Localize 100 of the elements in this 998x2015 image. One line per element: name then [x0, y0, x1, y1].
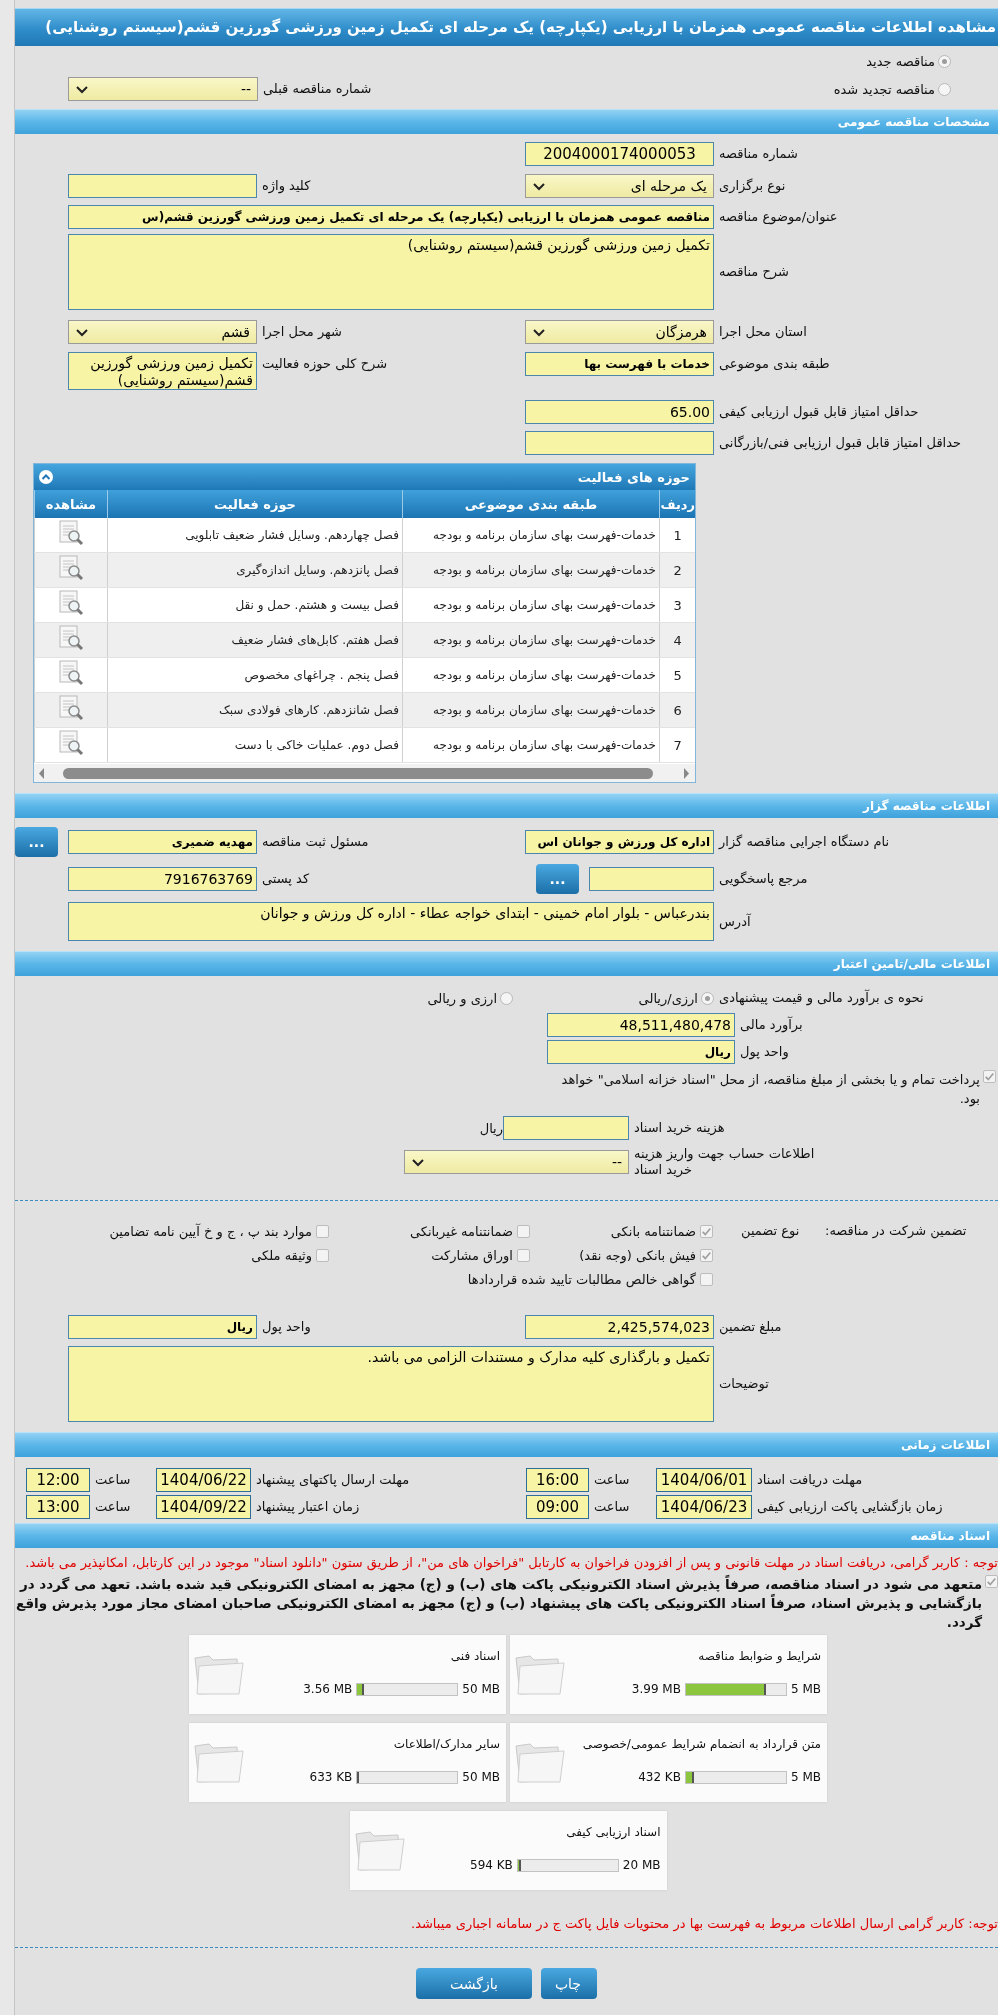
view-document-icon[interactable]: [58, 660, 84, 686]
field-label: واحد پول: [261, 1318, 311, 1337]
select-field[interactable]: --: [404, 1150, 629, 1174]
field-label: مسئول ثبت مناقصه: [261, 833, 369, 852]
select-field[interactable]: هرمزگان: [525, 320, 714, 344]
field-label: استان محل اجرا: [718, 323, 807, 342]
checkbox[interactable]: [700, 1248, 713, 1262]
table-cell: خدمات-فهرست بهای سازمان برنامه و بودجه: [402, 587, 660, 623]
field-label: حداقل امتیاز قابل قبول ارزیابی فنی/بازرگانی: [718, 434, 962, 453]
checkbox[interactable]: [985, 1575, 998, 1588]
view-document-icon[interactable]: [58, 625, 84, 651]
checkbox[interactable]: [983, 1070, 996, 1083]
checkbox[interactable]: [316, 1224, 329, 1238]
text-area[interactable]: بندرعباس - بلوار امام خمینی - ابتدای خواجه عطاء - اداره کل ورزش و جوانان: [68, 902, 714, 941]
file-title: متن قرارداد به انضمام شرایط عمومی/خصوصی: [582, 1737, 821, 1751]
field-label: مبلغ تضمین: [718, 1318, 782, 1337]
browse-button[interactable]: ...: [536, 864, 579, 894]
field-label: عنوان/موضوع مناقصه: [718, 208, 838, 227]
input-field[interactable]: 12:00: [26, 1468, 90, 1492]
input-field[interactable]: 1404/09/22: [156, 1495, 251, 1519]
option-label: مناقصه جدید: [866, 53, 935, 69]
browse-button[interactable]: ...: [15, 827, 58, 857]
view-document-icon[interactable]: [58, 590, 84, 616]
text-area[interactable]: تکمیل زمین ورزشی گورزین قشم(سیستم روشنایی): [68, 234, 714, 310]
input-field[interactable]: 2,425,574,023: [525, 1315, 714, 1339]
view-document-icon[interactable]: [58, 730, 84, 756]
field-label: زمان بازگشایی پاکت ارزیابی کیفی: [756, 1498, 944, 1517]
field-label: نوع برگزاری: [718, 177, 786, 196]
select-field[interactable]: قشم: [68, 320, 257, 344]
checkbox[interactable]: [700, 1224, 713, 1238]
table-cell: خدمات-فهرست بهای سازمان برنامه و بودجه: [402, 692, 660, 728]
table-cell: 6: [659, 692, 695, 728]
chevron-icon: [411, 1156, 425, 1168]
input-field[interactable]: 16:00: [526, 1468, 589, 1492]
payment-note: پرداخت تمام و یا بخشی از مبلغ مناقصه، از محل "اسناد خزانه اسلامی" خواهد بود.: [560, 1071, 980, 1108]
input-field[interactable]: 1404/06/01: [656, 1468, 752, 1492]
option-label: اوراق مشارکت: [431, 1247, 513, 1263]
section-header: اطلاعات زمانی: [15, 1432, 998, 1457]
input-field[interactable]: 09:00: [526, 1495, 589, 1519]
collapse-icon[interactable]: [39, 470, 53, 484]
checkbox[interactable]: [517, 1248, 530, 1262]
radio-button[interactable]: [701, 991, 714, 1005]
file-size: 3.99 MB: [631, 1682, 681, 1696]
file-size: 3.56 MB: [303, 1682, 353, 1696]
unit-label: ریال: [478, 1120, 503, 1136]
size-limit: 20 MB: [622, 1858, 661, 1872]
input-field[interactable]: 13:00: [26, 1495, 90, 1519]
input-field[interactable]: [589, 867, 714, 891]
table-cell: خدمات-فهرست بهای سازمان برنامه و بودجه: [402, 518, 660, 553]
option-label: موارد بند پ ، ج و خ آیین نامه تضامین: [109, 1223, 312, 1239]
input-field[interactable]: 48,511,480,478: [547, 1012, 735, 1037]
select-field[interactable]: یک مرحله ای: [525, 174, 714, 198]
table-cell: خدمات-فهرست بهای سازمان برنامه و بودجه: [402, 552, 660, 588]
input-field[interactable]: 65.00: [525, 400, 714, 424]
file-title: شرایط و ضوابط مناقصه: [698, 1649, 821, 1663]
field-label: نوع تضمین: [740, 1222, 801, 1241]
view-document-icon[interactable]: [58, 520, 84, 546]
print-button[interactable]: چاپ: [541, 1968, 597, 1999]
option-label: ضمانتنامه بانکی: [610, 1223, 696, 1239]
field-label: شرح مناقصه: [718, 263, 789, 282]
select-field[interactable]: --: [68, 77, 258, 101]
input-field[interactable]: 7916763769: [68, 867, 257, 891]
field-label: شماره مناقصه: [718, 145, 798, 163]
size-limit: 5 MB: [790, 1682, 821, 1696]
text-area[interactable]: تکمیل زمین ورزشی گورزین قشم(سیستم روشنایی): [68, 352, 257, 390]
field-label: اطلاعات حساب جهت واریز هزینه خرید اسناد: [633, 1146, 816, 1178]
size-limit: 5 MB: [790, 1770, 821, 1784]
view-document-icon[interactable]: [58, 695, 84, 721]
input-field[interactable]: اداره کل ورزش و جوانان اس: [525, 830, 714, 854]
input-field[interactable]: [525, 431, 714, 455]
input-field[interactable]: ریال: [68, 1315, 257, 1339]
file-size: 633 KB: [309, 1770, 353, 1784]
scrollbar[interactable]: [34, 764, 695, 782]
option-label: فیش بانکی (وجه نقد): [579, 1247, 696, 1263]
input-field[interactable]: 1404/06/23: [656, 1495, 752, 1519]
input-field[interactable]: مهدیه ضمیری: [68, 830, 257, 854]
file-size: 594 KB: [470, 1858, 513, 1872]
table-cell: فصل بیست و هشتم. حمل و نقل: [107, 587, 403, 623]
checkbox[interactable]: [517, 1224, 530, 1238]
field-label: طبقه بندی موضوعی: [718, 355, 830, 374]
text-area[interactable]: تکمیل و بارگذاری کلیه مدارک و مستندات الزامی می باشد.: [68, 1346, 714, 1422]
checkbox[interactable]: [700, 1272, 713, 1286]
field-label: کلید واژه: [261, 177, 311, 196]
checkbox[interactable]: [316, 1248, 329, 1262]
input-field[interactable]: [68, 174, 257, 198]
input-field[interactable]: [503, 1116, 629, 1140]
input-field[interactable]: مناقصه عمومی همزمان با ارزیابی (یکپارچه) یک مرحله ای تکمیل زمین ورزشی گورزین قشم(س: [68, 205, 714, 229]
input-field[interactable]: 1404/06/22: [156, 1468, 251, 1492]
back-button[interactable]: بازگشت: [416, 1968, 532, 1999]
view-document-icon[interactable]: [58, 555, 84, 581]
radio-button[interactable]: [938, 82, 951, 96]
input-field[interactable]: خدمات با فهرست بها: [525, 352, 714, 376]
input-field[interactable]: ریال: [547, 1040, 735, 1064]
table-cell: 5: [659, 657, 695, 693]
radio-button[interactable]: [500, 991, 513, 1005]
radio-button[interactable]: [938, 54, 951, 68]
field-label: شماره مناقصه قبلی: [262, 80, 373, 99]
field-label: ساعت: [593, 1471, 631, 1489]
input-field[interactable]: 2004000174000053: [525, 142, 714, 166]
option-label: گواهی خالص مطالبات تایید شده قراردادها: [467, 1271, 696, 1287]
